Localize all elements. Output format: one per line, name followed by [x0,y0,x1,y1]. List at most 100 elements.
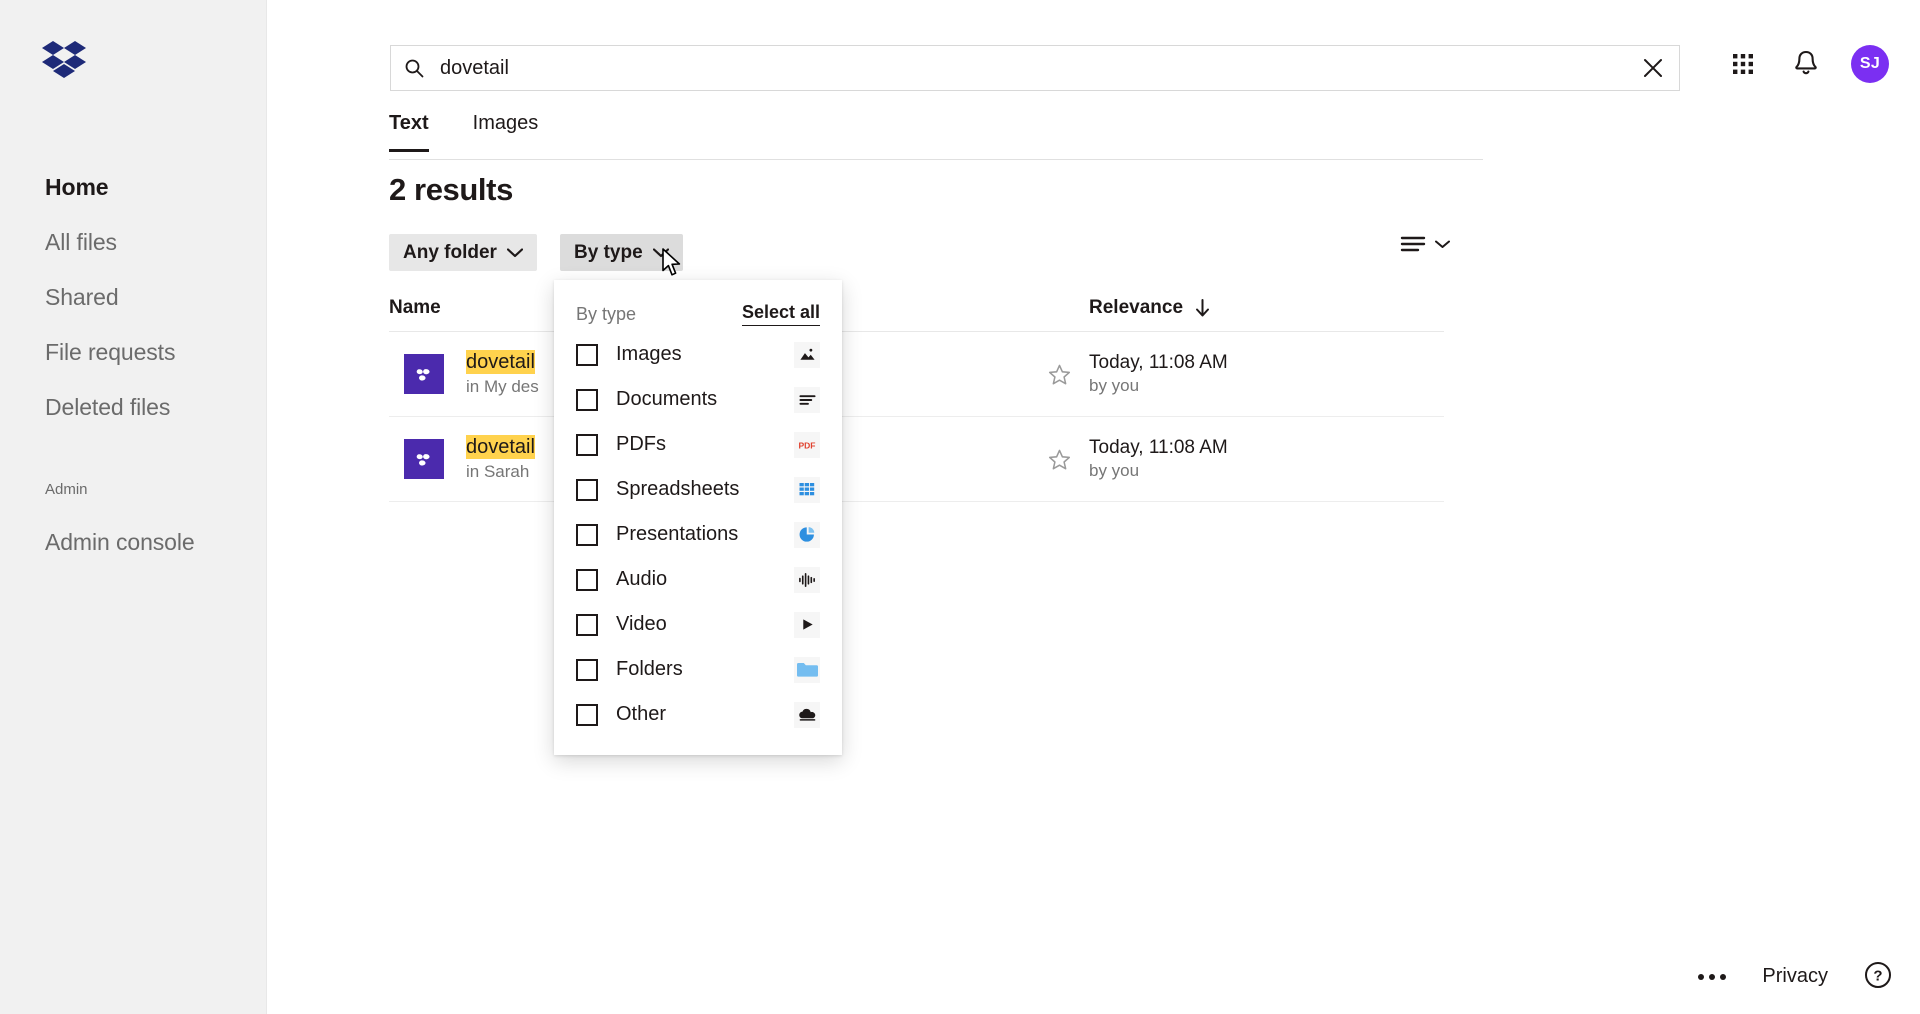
dropbox-logo[interactable] [42,40,86,78]
dropdown-item-documents[interactable]: Documents [554,377,842,422]
chevron-down-icon [506,247,523,257]
folder-icon [794,656,820,683]
row-name-text: dovetail in Sarah [466,434,535,484]
row-modified-by: by you [1089,461,1140,481]
dropdown-item-images[interactable]: Images [554,332,842,377]
row-name-text: dovetail in My des [466,349,539,399]
checkbox-audio[interactable] [576,568,598,591]
help-question-icon: ? [1865,962,1891,988]
checkbox-folders[interactable] [576,658,598,681]
grid-apps-icon [1733,54,1753,74]
row-filename: dovetail [466,435,535,460]
filter-by-type-label: By type [574,241,643,263]
dropdown-item-folders[interactable]: Folders [554,647,842,692]
filter-any-folder-label: Any folder [403,241,497,263]
other-icon [794,701,820,728]
help-button[interactable]: ? [1864,961,1892,992]
dropdown-item-presentations[interactable]: Presentations [554,512,842,557]
privacy-link[interactable]: Privacy [1762,965,1828,988]
column-header-relevance[interactable]: Relevance [1089,297,1210,319]
apps-grid-button[interactable] [1727,48,1759,80]
notifications-button[interactable] [1790,48,1822,80]
row-filename: dovetail [466,350,535,375]
dropdown-item-label: Documents [616,388,718,410]
pdf-icon: PDF [794,431,820,458]
checkbox-video[interactable] [576,613,598,636]
sidebar-item-shared[interactable]: Shared [0,270,267,325]
document-icon [794,386,820,413]
star-button[interactable] [1029,363,1089,386]
dropdown-item-video[interactable]: Video [554,602,842,647]
row-filepath: in My des [466,377,539,397]
video-icon [794,611,820,638]
spreadsheet-icon [794,476,820,503]
paper-file-icon [404,439,444,479]
search-results-table: Name Relevance dovetail in My des Today,… [389,285,1444,502]
search-input[interactable] [424,56,1627,80]
svg-text:PDF: PDF [799,440,816,450]
dropdown-header: By type Select all [554,296,842,332]
checkbox-documents[interactable] [576,388,598,411]
search-icon [404,58,424,78]
search-term-highlight: dovetail [466,435,535,460]
by-type-dropdown-panel: By type Select all Images Documents PDFs… [554,280,842,755]
sidebar-item-all-files[interactable]: All files [0,215,267,270]
filter-any-folder-button[interactable]: Any folder [389,234,537,271]
checkbox-other[interactable] [576,703,598,726]
sidebar-item-file-requests[interactable]: File requests [0,325,267,380]
row-relevance-cell: Today, 11:08 AM by you [1089,350,1228,399]
row-relevance-cell: Today, 11:08 AM by you [1089,435,1228,484]
dropdown-item-label: Video [616,613,667,635]
sidebar-item-deleted-files[interactable]: Deleted files [0,380,267,435]
dropdown-item-audio[interactable]: Audio [554,557,842,602]
filter-by-type-button[interactable]: By type [560,234,683,271]
search-bar[interactable] [390,45,1680,91]
checkbox-pdfs[interactable] [576,433,598,456]
sidebar-item-home[interactable]: Home [0,160,267,215]
dropdown-item-pdfs[interactable]: PDFs PDF [554,422,842,467]
close-icon [1644,59,1662,77]
presentation-icon [794,521,820,548]
search-term-highlight: dovetail [466,350,535,375]
tab-text[interactable]: Text [389,112,429,152]
more-options-button[interactable] [1698,973,1727,980]
checkbox-presentations[interactable] [576,523,598,546]
sidebar: Home All files Shared File requests Dele… [0,0,267,1014]
more-dots-icon [1698,973,1705,980]
dropdown-title: By type [576,303,637,324]
table-row[interactable]: dovetail in My des Today, 11:08 AM by yo… [389,332,1444,417]
column-header-relevance-label: Relevance [1089,297,1184,318]
arrow-down-icon [1196,299,1210,317]
clear-search-button[interactable] [1627,46,1679,90]
list-view-icon [1400,236,1426,252]
dropdown-item-other[interactable]: Other [554,692,842,737]
tab-images[interactable]: Images [473,112,539,149]
sidebar-item-admin-console[interactable]: Admin console [0,515,267,570]
sidebar-nav: Home All files Shared File requests Dele… [0,160,267,570]
sidebar-section-admin: Admin [45,481,88,498]
more-dots-icon [1709,973,1716,980]
dropdown-item-label: Audio [616,568,668,590]
image-icon [794,341,820,368]
row-filepath: in Sarah [466,462,530,482]
dropdown-item-label: Spreadsheets [616,478,740,500]
dropdown-item-label: Folders [616,658,683,680]
row-modified-time: Today, 11:08 AM [1089,436,1228,458]
star-outline-icon [1048,364,1070,384]
dropdown-item-label: Other [616,703,667,725]
audio-icon [794,566,820,593]
dropbox-search-page: Home All files Shared File requests Dele… [0,0,1920,1014]
checkbox-spreadsheets[interactable] [576,478,598,501]
star-button[interactable] [1029,448,1089,471]
view-mode-button[interactable] [1400,235,1450,253]
select-all-button[interactable]: Select all [741,302,820,326]
table-row[interactable]: dovetail in Sarah Today, 11:08 AM by you [389,417,1444,502]
star-outline-icon [1048,449,1070,469]
checkbox-images[interactable] [576,343,598,366]
user-avatar[interactable]: SJ [1851,45,1889,83]
dropdown-item-label: Presentations [616,523,739,545]
dropdown-item-spreadsheets[interactable]: Spreadsheets [554,467,842,512]
chevron-down-icon [1435,240,1450,248]
notifications-bell-icon [1795,50,1817,75]
row-modified-time: Today, 11:08 AM [1089,351,1228,373]
